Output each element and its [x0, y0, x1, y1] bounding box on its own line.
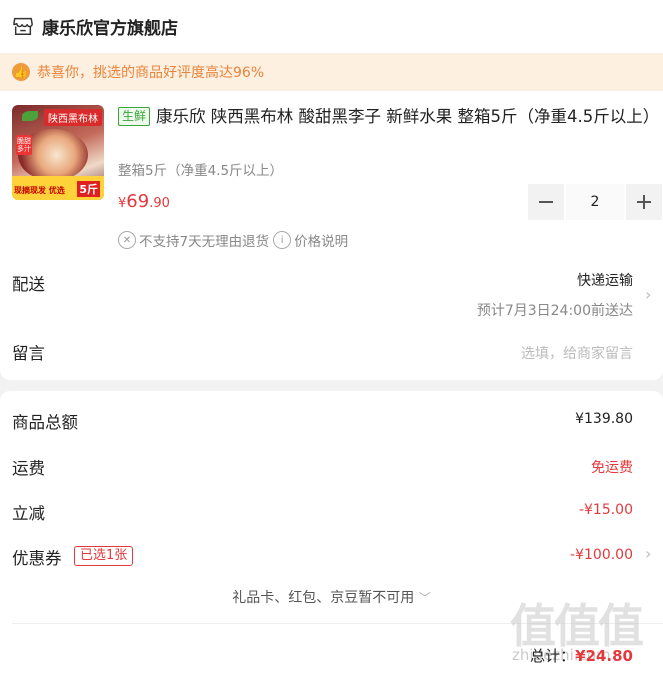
order-card: 康乐欣官方旗舰店 👍 恭喜你，挑选的商品好评度高达96% 陕西黑布林 脆甜多汁 …: [0, 0, 663, 380]
price-info-text: 价格说明: [294, 234, 349, 250]
coupon-value[interactable]: -¥100.00: [570, 547, 633, 563]
delivery-label: 配送: [12, 275, 45, 294]
product-spec[interactable]: 整箱5斤（净重4.5斤以上）: [118, 159, 283, 179]
plus-icon: [637, 195, 651, 209]
image-tag: 陕西黑布林: [44, 109, 102, 126]
coupon-tag[interactable]: 已选1张: [74, 546, 134, 566]
info-icon: i: [273, 231, 292, 249]
store-header[interactable]: 康乐欣官方旗舰店: [12, 12, 178, 40]
delivery-chevron-icon[interactable]: ›: [645, 285, 651, 304]
no-return-text: 不支持7天无理由退货: [139, 234, 270, 250]
image-weight: 5斤: [77, 181, 100, 197]
message-label: 留言: [12, 344, 45, 363]
quantity-value[interactable]: 2: [564, 184, 626, 220]
gift-note-text: 礼品卡、红包、京豆暂不可用: [232, 590, 415, 606]
leaf-icon: [22, 111, 38, 121]
coupon-chevron-icon[interactable]: ›: [645, 544, 651, 563]
delivery-eta[interactable]: 预计7月3日24:00前送达: [477, 300, 633, 320]
image-badge: 脆甜多汁: [16, 135, 32, 155]
discount-value: -¥15.00: [578, 502, 633, 518]
product-title[interactable]: 康乐欣 陕西黑布林 酸甜黑李子 新鲜水果 整箱5斤（净重4.5斤以上）: [118, 104, 659, 129]
store-name: 康乐欣官方旗舰店: [42, 18, 178, 39]
chevron-down-icon: ﹀: [418, 591, 431, 605]
price-integer: 69: [126, 191, 150, 212]
decrease-button[interactable]: [528, 184, 564, 220]
shipping-label: 运费: [12, 459, 45, 478]
increase-button[interactable]: [626, 184, 662, 220]
price-info[interactable]: i 价格说明: [273, 230, 348, 250]
order-total: 总计：¥24.80: [530, 645, 633, 666]
banner-text: 恭喜你，挑选的商品好评度高达96%: [37, 65, 265, 81]
no-return-icon: ✕: [118, 231, 136, 249]
product-price: ¥69.90: [118, 191, 170, 212]
discount-label: 立减: [12, 504, 45, 523]
goods-total-label: 商品总额: [12, 413, 78, 432]
message-input[interactable]: 选填，给商家留言: [521, 343, 633, 363]
quantity-stepper: 2: [528, 184, 662, 220]
fresh-tag: 生鲜: [118, 107, 151, 126]
image-bottom-text: 现摘现发 优选: [14, 186, 65, 195]
thumbs-up-icon: 👍: [12, 63, 30, 81]
praise-banner: 👍 恭喜你，挑选的商品好评度高达96%: [0, 53, 663, 91]
store-icon: [13, 17, 33, 35]
price-decimal: .90: [149, 196, 170, 211]
delivery-method[interactable]: 快递运输: [577, 270, 633, 290]
minus-icon: [539, 201, 553, 203]
no-return-policy[interactable]: ✕ 不支持7天无理由退货: [118, 230, 269, 250]
total-label: 总计：: [530, 647, 576, 665]
shipping-value: 免运费: [591, 460, 633, 476]
policy-row[interactable]: ✕ 不支持7天无理由退货 i 价格说明: [118, 230, 352, 250]
product-image[interactable]: 陕西黑布林 脆甜多汁 现摘现发 优选 5斤: [12, 105, 104, 200]
goods-total-value: ¥139.80: [575, 411, 633, 427]
coupon-label: 优惠券: [12, 549, 62, 568]
total-value: ¥24.80: [575, 647, 633, 665]
